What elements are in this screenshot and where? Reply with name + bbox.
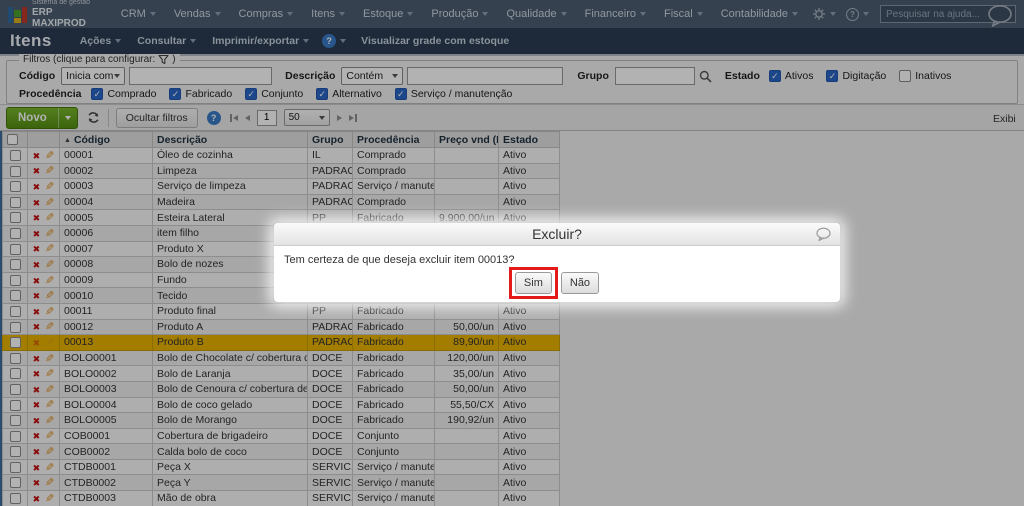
nao-button[interactable]: Não bbox=[560, 272, 600, 294]
dialog-buttons: Sim Não bbox=[274, 267, 840, 299]
chat-bubble-icon[interactable] bbox=[815, 227, 832, 242]
dialog-title: Excluir? bbox=[532, 226, 582, 242]
erp-maxiprod-screen: Sistema de gestão ERP MAXIPROD CRM Vendas… bbox=[0, 0, 1024, 506]
sim-button-wrap: Sim bbox=[508, 267, 558, 299]
sim-button[interactable]: Sim bbox=[514, 272, 552, 294]
delete-confirmation-dialog: Excluir? Tem certeza de que deseja exclu… bbox=[274, 223, 840, 302]
dialog-message: Tem certeza de que deseja excluir item 0… bbox=[284, 254, 515, 266]
dialog-titlebar: Excluir? bbox=[274, 223, 840, 246]
